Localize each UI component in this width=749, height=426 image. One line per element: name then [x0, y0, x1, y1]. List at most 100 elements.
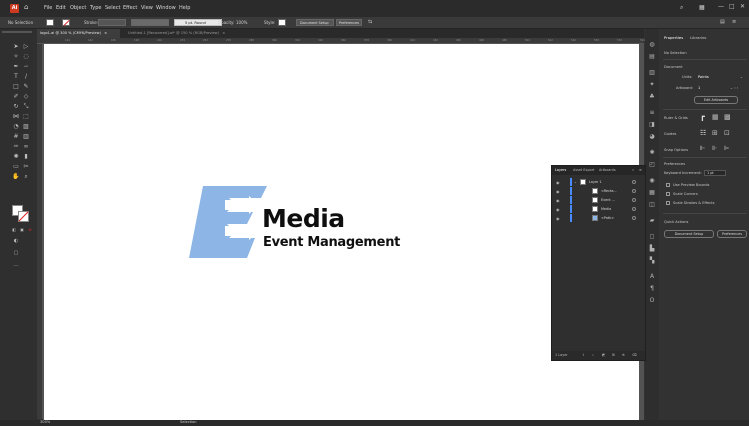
- image-trace-icon[interactable]: ▚: [648, 257, 656, 265]
- menu-effect[interactable]: Effect: [123, 5, 137, 11]
- tab-untitled[interactable]: Untitled-1 [Recovered].ai* @ 150 % (RGB/…: [125, 29, 245, 38]
- scale-strokes-checkbox[interactable]: [666, 201, 670, 205]
- slice-tool-icon[interactable]: ✂: [22, 163, 30, 171]
- free-transform-tool-icon[interactable]: ⬚: [22, 113, 30, 121]
- target-icon[interactable]: [632, 198, 636, 202]
- tab-close-icon[interactable]: ×: [222, 31, 225, 35]
- fill-swatch[interactable]: [46, 19, 54, 26]
- layer-row[interactable]: ◉ Media: [552, 205, 645, 213]
- brush-definition[interactable]: 5 pt. Round: [174, 19, 222, 26]
- visibility-eye-icon[interactable]: ◉: [556, 198, 560, 203]
- navigator-icon[interactable]: ◉: [648, 177, 656, 185]
- new-sublayer-icon[interactable]: ⊞: [612, 353, 615, 357]
- scale-tool-icon[interactable]: ⤡: [22, 103, 30, 111]
- artboard-dropdown[interactable]: 1: [698, 86, 700, 90]
- target-icon[interactable]: [632, 189, 636, 193]
- use-preview-bounds-checkbox[interactable]: [666, 183, 670, 187]
- stroke-swatch[interactable]: [62, 19, 70, 27]
- lasso-tool-icon[interactable]: ◌: [22, 53, 30, 61]
- scale-corners-checkbox[interactable]: [666, 192, 670, 196]
- collapse-icon[interactable]: «: [632, 168, 634, 172]
- home-icon[interactable]: ⌂: [24, 3, 28, 11]
- blend-tool-icon[interactable]: ∞: [22, 143, 30, 151]
- perspective-grid-tool-icon[interactable]: ▨: [22, 123, 30, 131]
- menu-window[interactable]: Window: [156, 5, 176, 11]
- mesh-tool-icon[interactable]: #: [12, 133, 20, 141]
- document-setup-panel-button[interactable]: Document Setup: [664, 230, 714, 238]
- stroke-color-box[interactable]: [18, 211, 29, 222]
- delete-icon[interactable]: ⌫: [632, 353, 637, 357]
- paintbrush-tool-icon[interactable]: ✎: [22, 83, 30, 91]
- stroke-weight-field[interactable]: [98, 19, 126, 26]
- color-panel-icon[interactable]: ◕: [648, 133, 656, 141]
- none-mode-icon[interactable]: ⊘: [26, 226, 34, 234]
- document-setup-button[interactable]: Document Setup: [296, 19, 334, 26]
- snap-to-point-icon[interactable]: ⊩: [700, 145, 705, 152]
- cc-libraries-icon[interactable]: ▤: [648, 53, 656, 61]
- align-panel-icon[interactable]: ≡: [648, 109, 656, 117]
- menu-edit[interactable]: Edit: [56, 5, 66, 11]
- visibility-eye-icon[interactable]: ◉: [556, 207, 560, 212]
- brushes-icon[interactable]: ✦: [648, 81, 656, 89]
- pen-tool-icon[interactable]: ✒: [12, 63, 20, 71]
- layer-row[interactable]: ◉ <Recta...: [552, 187, 645, 195]
- edit-toolbar-icon[interactable]: …: [12, 261, 20, 269]
- column-graph-tool-icon[interactable]: ▮: [22, 153, 30, 161]
- layer-row[interactable]: ◉ ⌄ Layer 1: [552, 178, 645, 186]
- layer-name[interactable]: <Recta...: [601, 189, 617, 193]
- type-tool-icon[interactable]: T: [12, 73, 20, 81]
- selection-tool-icon[interactable]: ➤: [12, 43, 20, 51]
- curvature-tool-icon[interactable]: ∽: [22, 63, 30, 71]
- paragraph-panel-icon[interactable]: ¶: [648, 285, 656, 293]
- logo-title[interactable]: Media: [262, 204, 345, 233]
- preferences-button[interactable]: Preferences: [336, 19, 362, 26]
- hand-tool-icon[interactable]: ✋: [12, 173, 20, 181]
- menu-object[interactable]: Object: [70, 5, 86, 11]
- snap-to-grid-icon[interactable]: ⊪: [712, 145, 717, 152]
- guides-icon[interactable]: ☷: [700, 129, 706, 137]
- snap-to-pixel-icon[interactable]: ⊫: [724, 145, 729, 152]
- graphic-styles-icon[interactable]: ◰: [648, 161, 656, 169]
- tab-layers[interactable]: Layers: [555, 168, 566, 172]
- direct-selection-tool-icon[interactable]: ▷: [22, 43, 30, 51]
- gradient-mode-icon[interactable]: ▣: [18, 226, 26, 234]
- chevron-down-icon[interactable]: ⌄: [740, 75, 743, 79]
- target-icon[interactable]: [632, 180, 636, 184]
- asset-export-icon[interactable]: ▙: [648, 245, 656, 253]
- panel-menu-icon[interactable]: ≡: [732, 19, 736, 25]
- artboard-tool-icon[interactable]: ▭: [12, 163, 20, 171]
- visibility-eye-icon[interactable]: ◉: [556, 216, 560, 221]
- target-icon[interactable]: [632, 207, 636, 211]
- tab-libraries[interactable]: Libraries: [690, 35, 706, 40]
- draw-mode-icon[interactable]: ◐: [12, 237, 20, 245]
- symbols-icon[interactable]: ♣: [648, 93, 656, 101]
- logo-subtitle[interactable]: Event Management: [263, 235, 400, 250]
- shape-builder-tool-icon[interactable]: ◔: [12, 123, 20, 131]
- locate-object-icon[interactable]: ⌕: [592, 353, 594, 357]
- clipping-mask-icon[interactable]: ◩: [602, 353, 605, 357]
- shaper-tool-icon[interactable]: ✐: [12, 93, 20, 101]
- tab-asset-export[interactable]: Asset Export: [573, 168, 594, 172]
- zoom-tool-icon[interactable]: ⌕: [22, 173, 30, 181]
- rotate-tool-icon[interactable]: ↻: [12, 103, 20, 111]
- artboards-panel-icon[interactable]: ▦: [648, 189, 656, 197]
- tab-artboards[interactable]: Artboards: [599, 168, 616, 172]
- units-dropdown[interactable]: Points: [698, 75, 709, 79]
- variable-width-profile[interactable]: [131, 19, 169, 26]
- layer-name[interactable]: Event ...: [601, 198, 615, 202]
- layer-name[interactable]: <Path>: [601, 216, 614, 220]
- maximize-icon[interactable]: □: [729, 3, 735, 10]
- symbol-sprayer-tool-icon[interactable]: ✺: [12, 153, 20, 161]
- visibility-eye-icon[interactable]: ◉: [556, 189, 560, 194]
- align-icon[interactable]: ▤: [720, 19, 725, 25]
- menu-help[interactable]: Help: [179, 5, 190, 11]
- visibility-eye-icon[interactable]: ◉: [556, 180, 560, 185]
- rectangle-tool-icon[interactable]: □: [12, 83, 20, 91]
- menu-view[interactable]: View: [141, 5, 153, 11]
- preferences-panel-button[interactable]: Preferences: [717, 230, 747, 238]
- keyboard-increment-field[interactable]: 1 pt: [704, 170, 726, 176]
- opentype-panel-icon[interactable]: O: [648, 297, 656, 305]
- character-panel-icon[interactable]: A: [648, 273, 656, 281]
- default-colors-icon[interactable]: ◧: [10, 226, 18, 234]
- style-swatch[interactable]: [278, 19, 286, 26]
